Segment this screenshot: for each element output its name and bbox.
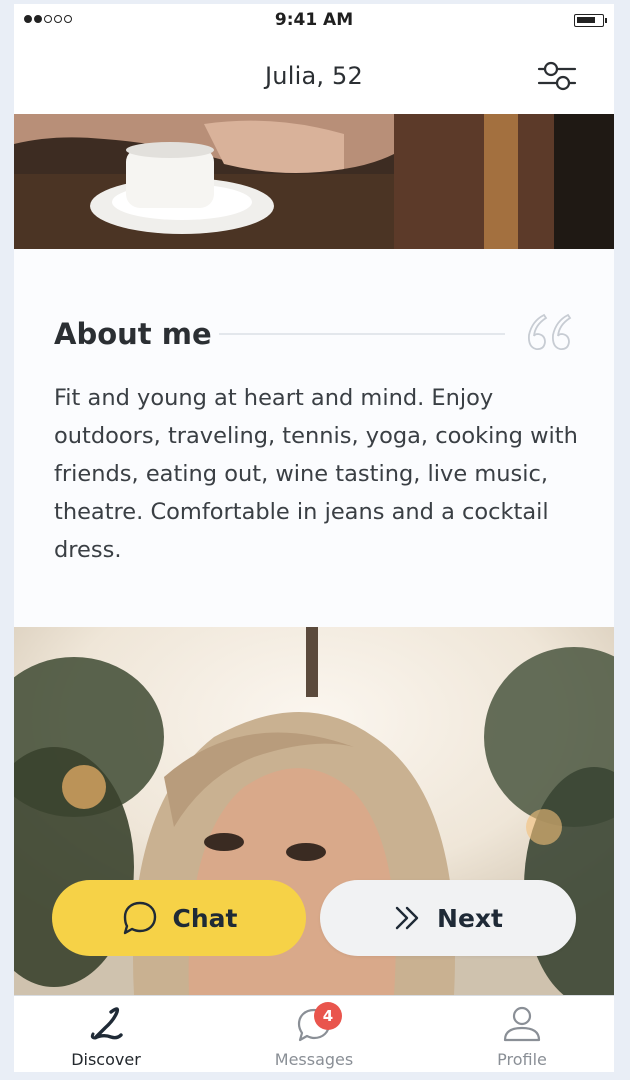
phone-screen: 9:41 AM Julia, 52 About me Fit and young… — [14, 4, 614, 1072]
tab-discover[interactable]: Discover — [46, 996, 166, 1072]
chat-button-label: Chat — [172, 903, 238, 933]
filter-button[interactable] — [536, 58, 578, 94]
about-section: About me Fit and young at heart and mind… — [14, 249, 614, 627]
double-chevron-right-icon — [395, 906, 419, 930]
profile-name-title: Julia, 52 — [265, 62, 363, 90]
tab-bar: Discover 4 Messages Profile — [14, 995, 614, 1072]
tab-messages[interactable]: 4 Messages — [254, 996, 374, 1072]
about-description: Fit and young at heart and mind. Enjoy o… — [54, 385, 578, 563]
tab-discover-label: Discover — [71, 1050, 141, 1069]
quote-icon — [527, 313, 572, 351]
messages-badge: 4 — [314, 1002, 342, 1030]
divider-line — [219, 333, 505, 335]
speech-bubble-icon — [123, 901, 156, 935]
tab-profile[interactable]: Profile — [462, 996, 582, 1072]
about-heading: About me — [54, 317, 212, 351]
status-bar: 9:41 AM — [14, 4, 614, 38]
next-button[interactable]: Next — [320, 880, 576, 956]
status-time: 9:41 AM — [274, 10, 354, 30]
person-icon — [503, 1006, 541, 1042]
profile-photo-hands-coffee — [14, 114, 614, 249]
chat-button[interactable]: Chat — [52, 880, 306, 956]
tab-profile-label: Profile — [497, 1050, 547, 1069]
script-l-logo-icon — [90, 1007, 123, 1040]
header: Julia, 52 — [14, 38, 614, 114]
battery-icon — [574, 14, 607, 27]
tab-messages-label: Messages — [274, 1050, 354, 1069]
sliders-icon — [537, 61, 577, 91]
next-button-label: Next — [437, 903, 503, 933]
